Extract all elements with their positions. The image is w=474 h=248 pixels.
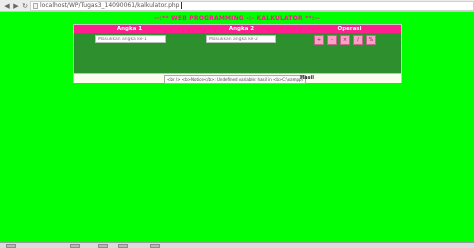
divide-button[interactable]: / xyxy=(353,35,363,45)
angka-2-input[interactable] xyxy=(206,35,276,43)
header-angka-1: Angka 1 xyxy=(74,25,185,33)
taskbar-item[interactable] xyxy=(150,244,160,248)
taskbar-item[interactable] xyxy=(6,244,16,248)
back-icon[interactable]: ◀ xyxy=(3,2,11,10)
header-angka-2: Angka 2 xyxy=(185,25,298,33)
calculator-form: Angka 1 Angka 2 Operasi + - × / % <br />… xyxy=(73,24,402,84)
modulo-button[interactable]: % xyxy=(366,35,376,45)
page-title: --:** WEB PROGRAMMING -:- KALKULATOR **:… xyxy=(154,15,320,22)
taskbar-item[interactable] xyxy=(98,244,108,248)
forward-icon[interactable]: ▶ xyxy=(12,2,20,10)
taskbar xyxy=(0,242,474,248)
address-bar[interactable]: localhost/WP/Tugas3_14090061/kalkulator.… xyxy=(30,1,474,11)
add-button[interactable]: + xyxy=(314,35,324,45)
taskbar-item[interactable] xyxy=(70,244,80,248)
address-bar-url: localhost/WP/Tugas3_14090061/kalkulator.… xyxy=(40,2,180,9)
taskbar-item[interactable] xyxy=(118,244,128,248)
page-icon xyxy=(33,3,38,9)
multiply-button[interactable]: × xyxy=(340,35,350,45)
angka-1-input[interactable] xyxy=(95,35,166,43)
page-viewport: --:** WEB PROGRAMMING -:- KALKULATOR **:… xyxy=(0,12,474,242)
subtract-button[interactable]: - xyxy=(327,35,337,45)
error-notice: <br /> <b>Notice</b>: Undefined variable… xyxy=(164,75,306,84)
browser-toolbar: ◀ ▶ ↻ localhost/WP/Tugas3_14090061/kalku… xyxy=(0,0,474,12)
header-operasi: Operasi xyxy=(298,25,401,33)
text-caret xyxy=(180,2,182,9)
result-label: Hasil xyxy=(300,75,314,81)
result-row: <br /> <b>Notice</b>: Undefined variable… xyxy=(74,73,401,84)
reload-icon[interactable]: ↻ xyxy=(21,2,29,10)
